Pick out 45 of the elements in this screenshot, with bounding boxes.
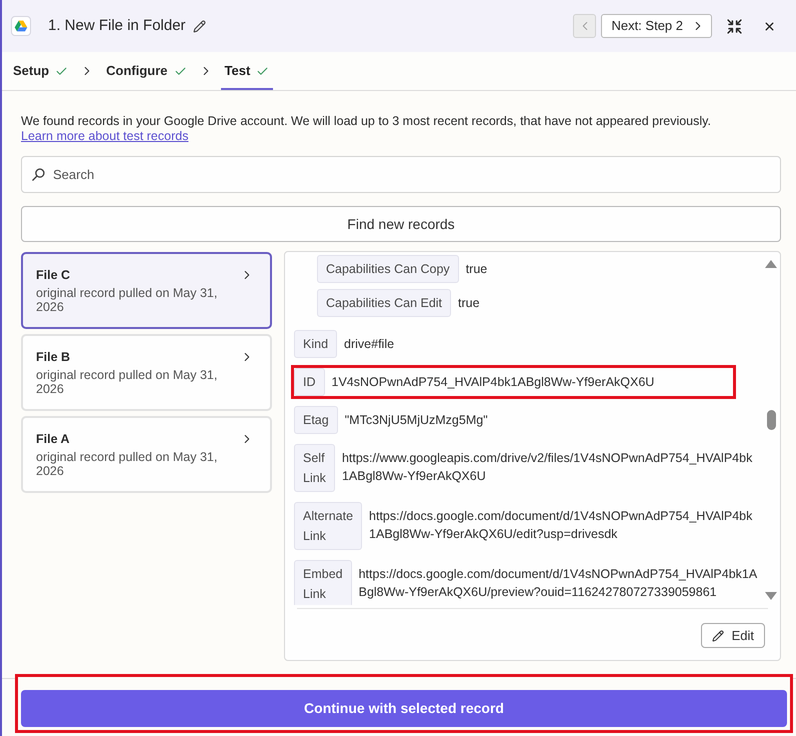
next-step-button[interactable]: Next: Step 2 <box>601 14 712 38</box>
edit-button[interactable]: Edit <box>700 623 765 648</box>
field-value: https://docs.google.com/document/d/1V4sNOPwnAdP754_HVAlP4bk1ABgl8Ww-Yf9erAkQX6U/preview?ouid=116242780727339059861 <box>358 566 758 601</box>
pencil-icon <box>712 630 724 642</box>
field-label: Capabilities Can Edit <box>317 289 452 317</box>
step-tab[interactable]: Configure <box>102 52 191 90</box>
scrollbar-thumb[interactable] <box>766 410 776 430</box>
field-label: Self Link <box>294 444 335 492</box>
record-card[interactable]: File C original record pulled on May 31, 2026 <box>21 252 272 329</box>
record-subtitle: original record pulled on May 31, 2026 <box>36 450 218 478</box>
record-title: File C <box>36 267 70 283</box>
learn-more-link[interactable]: Learn more about test records <box>21 129 188 144</box>
search-field[interactable]: Search <box>21 156 781 193</box>
record-card[interactable]: File B original record pulled on May 31, 2026 <box>21 334 272 411</box>
record-card[interactable]: File A original record pulled on May 31, 2026 <box>21 416 272 493</box>
step-title: 1. New File in Folder <box>48 16 186 36</box>
field-value: https://docs.google.com/document/d/1V4sNOPwnAdP754_HVAlP4bk1ABgl8Ww-Yf9erAkQX6U/edit?usp=drivesdk <box>369 508 754 543</box>
record-title: File B <box>36 349 70 365</box>
pencil-icon[interactable] <box>192 20 206 32</box>
continue-button[interactable]: Continue with selected record <box>21 690 787 727</box>
find-records-button[interactable]: Find new records <box>21 206 781 242</box>
step-tab[interactable]: Setup <box>9 52 72 90</box>
field-label: Kind <box>294 330 338 358</box>
search-icon <box>32 168 45 181</box>
record-subtitle: original record pulled on May 31, 2026 <box>36 286 218 314</box>
field-value: true <box>466 261 488 278</box>
field-label: ID <box>294 368 324 396</box>
triangle-logo-icon <box>11 16 31 36</box>
scroll-up-arrow-icon[interactable] <box>765 260 777 268</box>
field-value: drive#file <box>344 336 394 353</box>
field-value: https://www.googleapis.com/drive/v2/files/1V4sNOPwnAdP754_HVAlP4bk1ABgl8Ww-Yf9erAkQX6U <box>342 450 754 485</box>
collapse-icon[interactable] <box>726 18 743 34</box>
record-title: File A <box>36 431 70 447</box>
field-label: Capabilities Can Copy <box>317 255 459 283</box>
field-value: true <box>458 295 480 312</box>
field-value: 1V4sNOPwnAdP754_HVAlP4bk1ABgl8Ww-Yf9erAkQX6U <box>332 374 654 391</box>
field-label: Embed Link <box>294 560 352 605</box>
intro-text: We found records in your Google Drive account. We will load up to 3 most recent records, that have not appeared previously. <box>21 114 711 129</box>
close-icon[interactable] <box>763 20 776 32</box>
field-label: Alternate Link <box>294 502 362 550</box>
field-label: Etag <box>294 406 338 434</box>
step-tab[interactable]: Test <box>220 52 274 90</box>
field-value: "MTc3NjU5MjUzMzg5Mg" <box>344 412 488 429</box>
record-subtitle: original record pulled on May 31, 2026 <box>36 368 218 396</box>
scroll-down-arrow-icon[interactable] <box>765 592 777 600</box>
